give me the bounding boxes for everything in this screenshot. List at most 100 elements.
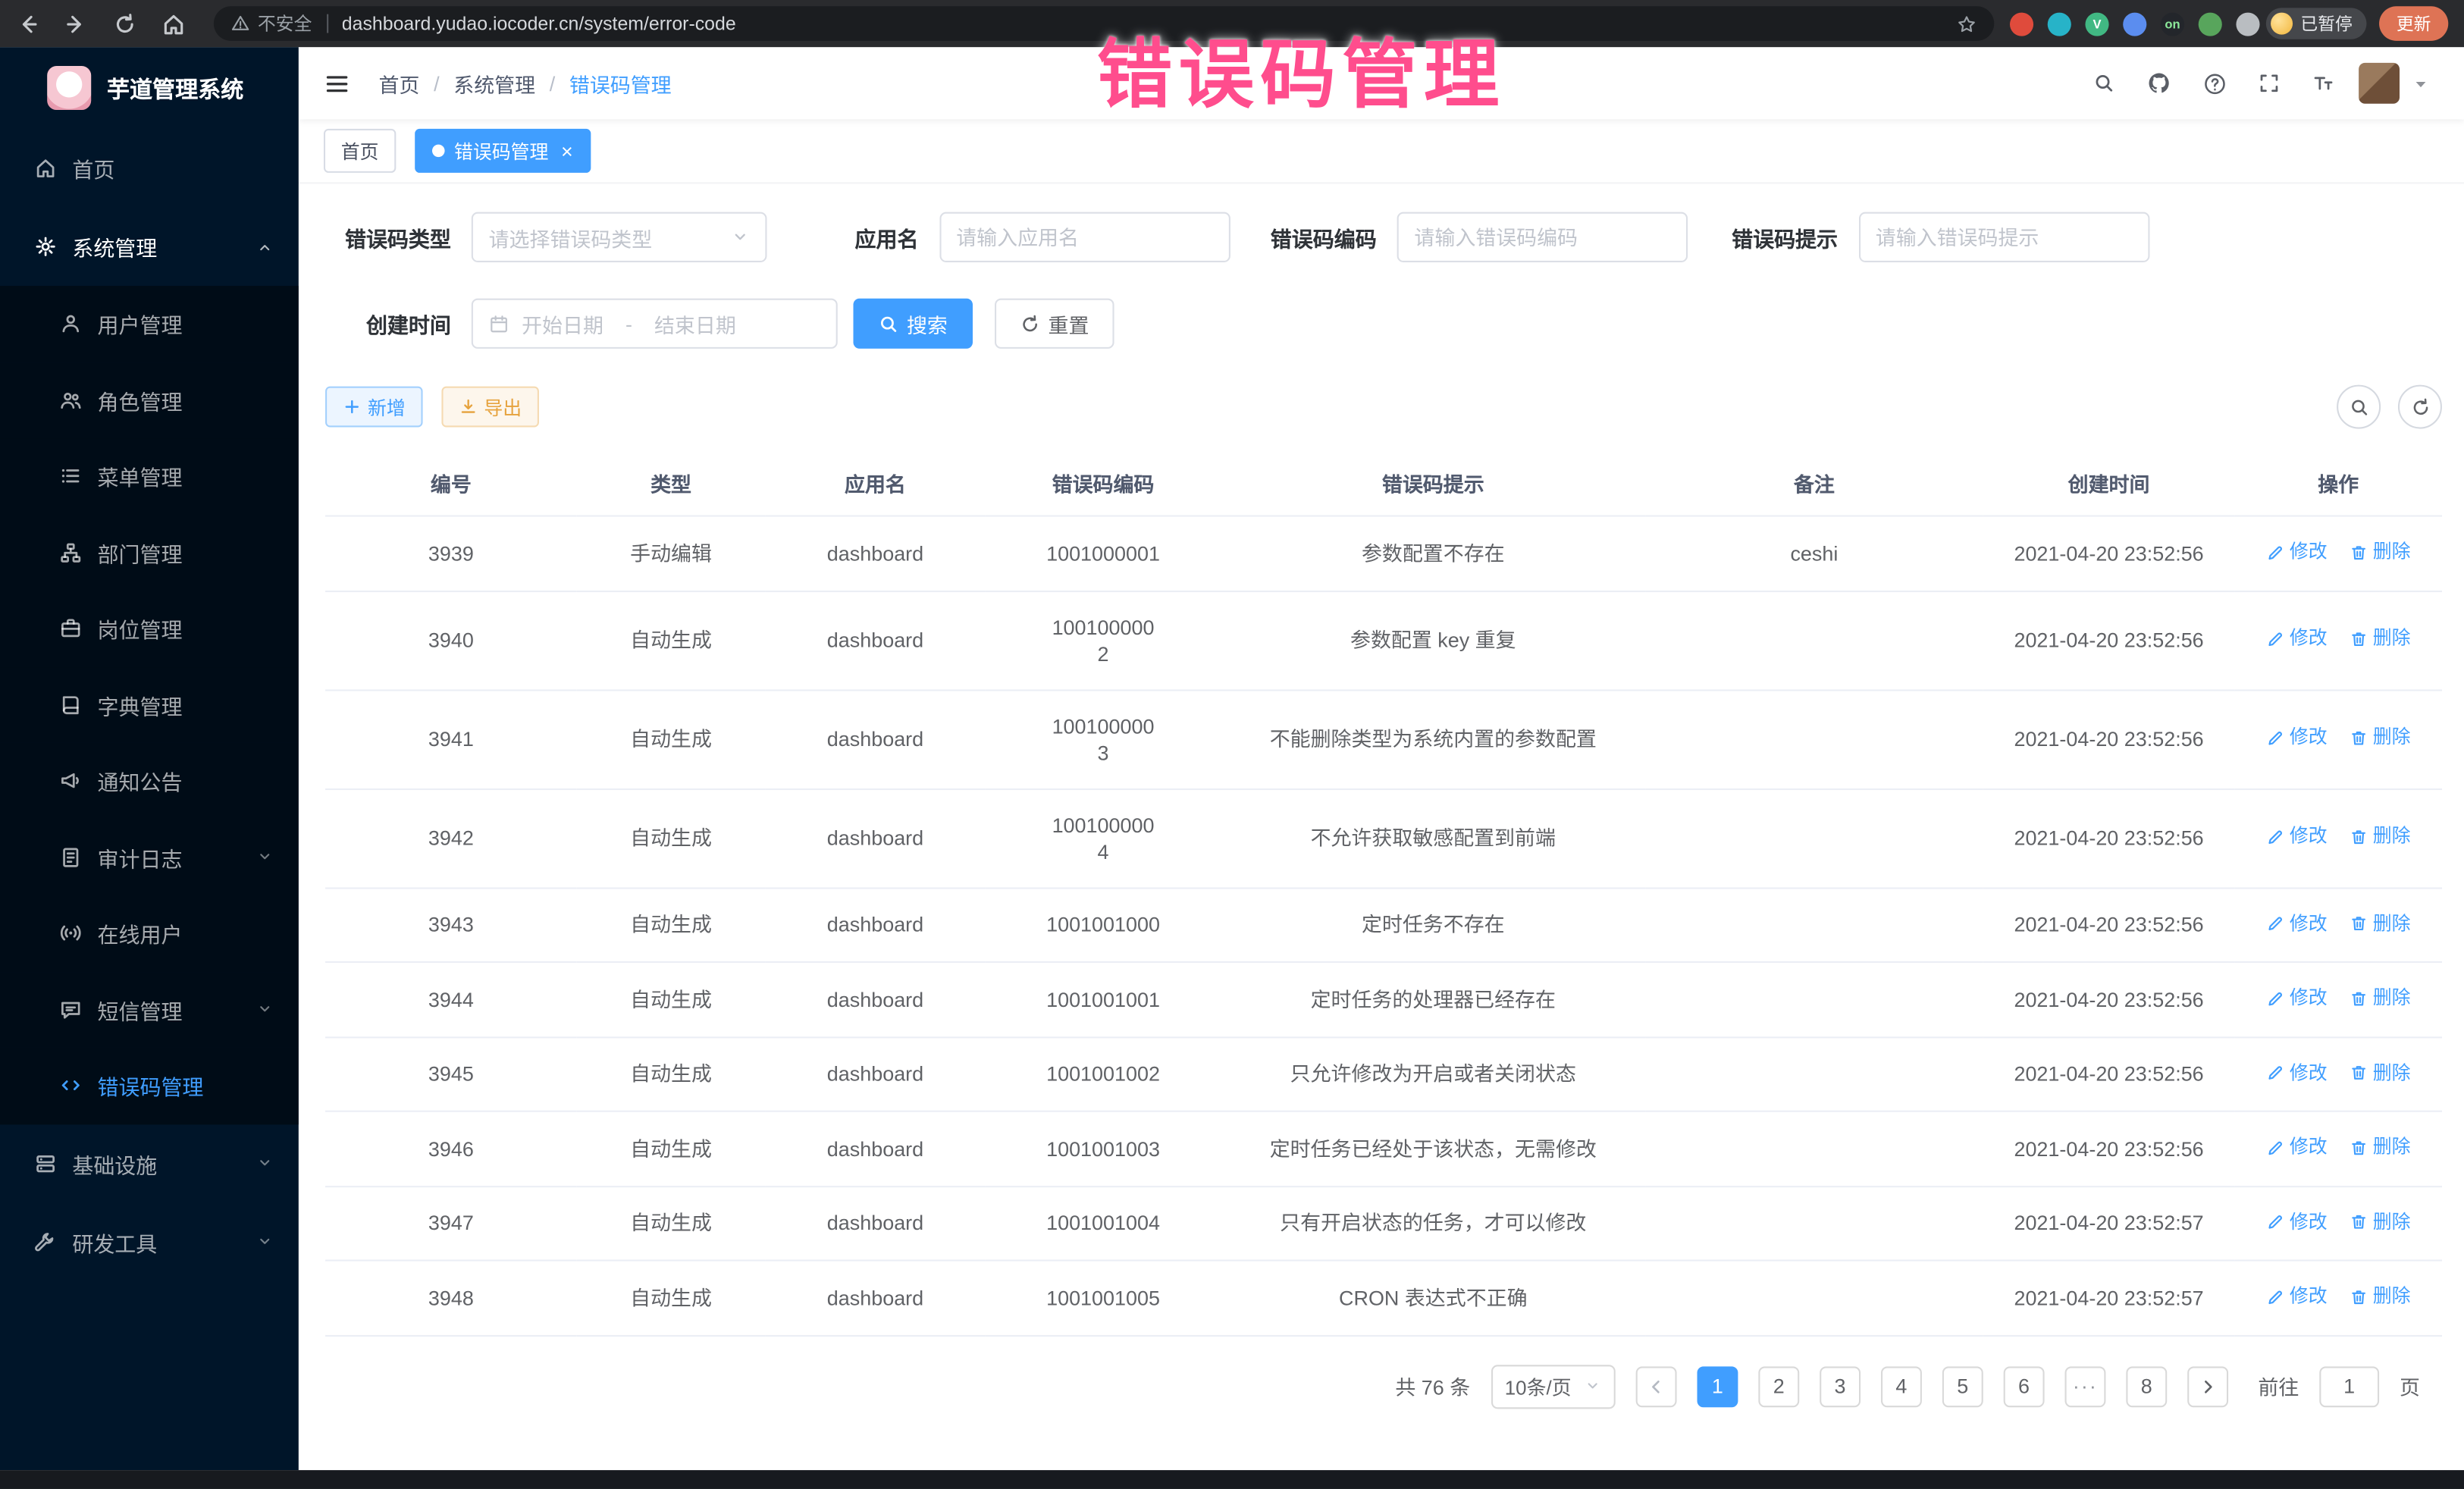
home-icon[interactable] — [161, 12, 185, 36]
delete-link[interactable]: 删除 — [2350, 1134, 2411, 1161]
page-1[interactable]: 1 — [1697, 1365, 1738, 1406]
edit-link[interactable]: 修改 — [2266, 625, 2328, 652]
delete-link[interactable]: 删除 — [2350, 985, 2411, 1011]
refresh-table-button[interactable] — [2398, 385, 2442, 429]
help-icon[interactable] — [2203, 71, 2227, 95]
security-chip[interactable]: 不安全 — [231, 11, 312, 36]
date-range-picker[interactable]: 开始日期 - 结束日期 — [472, 299, 838, 349]
sidebar-item-home[interactable]: 首页 — [0, 129, 299, 208]
page-4[interactable]: 4 — [1881, 1365, 1922, 1406]
cell-id: 3941 — [325, 689, 577, 788]
update-button[interactable]: 更新 — [2379, 6, 2448, 41]
add-button[interactable]: 新增 — [325, 387, 423, 428]
edit-link[interactable]: 修改 — [2266, 823, 2328, 850]
delete-link[interactable]: 删除 — [2350, 539, 2411, 566]
delete-link[interactable]: 删除 — [2350, 823, 2411, 850]
error-code-input[interactable] — [1397, 212, 1688, 262]
sidebar-item-roles[interactable]: 角色管理 — [0, 362, 299, 438]
sidebar-item-notices[interactable]: 通知公告 — [0, 743, 299, 819]
extension-grid-icon[interactable] — [2123, 12, 2146, 36]
cell-actions: 修改删除 — [2234, 1111, 2442, 1186]
tab-首页[interactable]: 首页 — [324, 129, 396, 173]
edit-link[interactable]: 修改 — [2266, 1208, 2328, 1235]
delete-link[interactable]: 删除 — [2350, 725, 2411, 751]
error-msg-input[interactable] — [1858, 212, 2149, 262]
prev-page-button[interactable] — [1636, 1365, 1677, 1406]
collapse-menu-icon[interactable] — [324, 70, 350, 96]
extension-red-icon[interactable] — [2010, 12, 2033, 36]
sidebar-item-users[interactable]: 用户管理 — [0, 286, 299, 362]
app-name-input[interactable] — [939, 212, 1229, 262]
extension-teal-icon[interactable] — [2048, 12, 2071, 36]
back-icon[interactable] — [16, 12, 39, 36]
page-buttons: 123456 ··· 8 — [1697, 1365, 2167, 1406]
sidebar-item-menus[interactable]: 菜单管理 — [0, 438, 299, 514]
page-6[interactable]: 6 — [2004, 1365, 2045, 1406]
sidebar-item-infrastructure[interactable]: 基础设施 — [0, 1124, 299, 1202]
sidebar-item-audit-logs[interactable]: 审计日志 — [0, 819, 299, 895]
delete-link[interactable]: 删除 — [2350, 1284, 2411, 1310]
breadcrumb-item[interactable]: 错误码管理 — [569, 68, 672, 98]
delete-link[interactable]: 删除 — [2350, 1208, 2411, 1235]
export-button[interactable]: 导出 — [441, 387, 539, 428]
table-toolbar: 新增 导出 — [325, 385, 2442, 429]
chevron-down-icon[interactable] — [2412, 74, 2430, 92]
user-avatar[interactable] — [2359, 63, 2400, 104]
forward-icon[interactable] — [64, 12, 88, 36]
github-icon[interactable] — [2146, 71, 2171, 96]
fontsize-icon[interactable] — [2312, 72, 2334, 94]
search-icon — [879, 313, 899, 334]
bookmark-star-icon[interactable] — [1957, 14, 1977, 34]
next-page-button[interactable] — [2187, 1365, 2228, 1406]
page-8[interactable]: 8 — [2126, 1365, 2167, 1406]
edit-link[interactable]: 修改 — [2266, 985, 2328, 1011]
page-size-select[interactable]: 10条/页 — [1491, 1364, 1616, 1408]
page-5[interactable]: 5 — [1942, 1365, 1983, 1406]
goto-page-input[interactable] — [2319, 1365, 2379, 1406]
sidebar-item-error-codes[interactable]: 错误码管理 — [0, 1048, 299, 1124]
delete-link[interactable]: 删除 — [2350, 911, 2411, 937]
sidebar-item-sms[interactable]: 短信管理 — [0, 971, 299, 1047]
page-2[interactable]: 2 — [1758, 1365, 1799, 1406]
delete-link[interactable]: 删除 — [2350, 1059, 2411, 1086]
address-bar[interactable]: 不安全 dashboard.yudao.iocoder.cn/system/er… — [214, 6, 1994, 41]
sidebar-item-dictionaries[interactable]: 字典管理 — [0, 666, 299, 742]
tools-icon — [35, 1230, 57, 1252]
url-text[interactable]: dashboard.yudao.iocoder.cn/system/error-… — [342, 13, 736, 35]
pagination-ellipsis[interactable]: ··· — [2064, 1365, 2105, 1406]
breadcrumb-item[interactable]: 首页 — [379, 68, 420, 98]
edit-link[interactable]: 修改 — [2266, 1284, 2328, 1310]
search-button[interactable]: 搜索 — [853, 299, 973, 349]
fullscreen-icon[interactable] — [2258, 72, 2280, 94]
page-3[interactable]: 3 — [1820, 1365, 1861, 1406]
edit-link[interactable]: 修改 — [2266, 539, 2328, 566]
sidebar-item-online-users[interactable]: 在线用户 — [0, 895, 299, 971]
reload-icon[interactable] — [113, 12, 136, 36]
cell-time: 2021-04-20 23:52:57 — [1983, 1186, 2235, 1260]
delete-link[interactable]: 删除 — [2350, 625, 2411, 652]
extension-vue-icon[interactable]: V — [2085, 12, 2108, 36]
sidebar-item-system[interactable]: 系统管理 — [0, 207, 299, 286]
extension-on-icon[interactable]: on — [2161, 12, 2184, 36]
edit-link[interactable]: 修改 — [2266, 725, 2328, 751]
reset-button[interactable]: 重置 — [995, 299, 1114, 349]
edit-link[interactable]: 修改 — [2266, 1059, 2328, 1086]
sidebar-item-dev-tools[interactable]: 研发工具 — [0, 1202, 299, 1281]
extension-puzzle-icon[interactable] — [2236, 12, 2259, 36]
sidebar-item-posts[interactable]: 岗位管理 — [0, 591, 299, 666]
edit-link[interactable]: 修改 — [2266, 911, 2328, 937]
type-select[interactable]: 请选择错误码类型 — [472, 212, 767, 262]
tab-错误码管理[interactable]: 错误码管理× — [415, 129, 590, 173]
logo-row[interactable]: 芋道管理系统 — [0, 47, 299, 129]
show-search-button[interactable] — [2337, 385, 2381, 429]
sidebar-item-label: 字典管理 — [98, 689, 183, 720]
breadcrumb-item[interactable]: 系统管理 — [453, 68, 535, 98]
cell-actions: 修改删除 — [2234, 1036, 2442, 1111]
profile-chip[interactable]: 已暂停 — [2266, 8, 2367, 39]
edit-link[interactable]: 修改 — [2266, 1134, 2328, 1161]
sidebar-item-departments[interactable]: 部门管理 — [0, 514, 299, 590]
search-icon[interactable] — [2093, 72, 2115, 94]
close-icon[interactable]: × — [561, 140, 573, 161]
cell-msg: 定时任务不存在 — [1221, 888, 1645, 962]
extension-green-icon[interactable] — [2199, 12, 2222, 36]
